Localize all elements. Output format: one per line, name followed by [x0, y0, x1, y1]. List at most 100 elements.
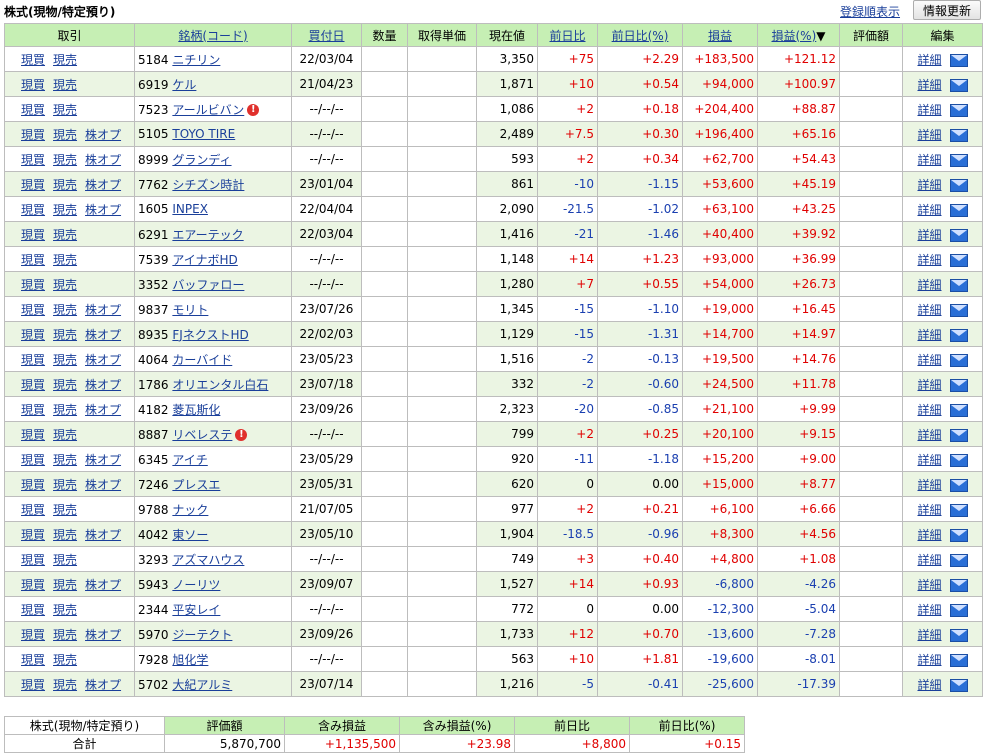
col-pl[interactable]: 損益: [682, 23, 758, 47]
buy-link[interactable]: 現買: [21, 478, 45, 492]
sell-link[interactable]: 現売: [53, 603, 77, 617]
detail-link[interactable]: 詳細: [917, 528, 941, 542]
sort-pl-link[interactable]: 損益: [708, 29, 732, 43]
stock-name-link[interactable]: アズマハウス: [172, 553, 244, 567]
mail-icon[interactable]: [949, 228, 968, 242]
mail-icon[interactable]: [949, 303, 968, 317]
option-link[interactable]: 株オプ: [85, 153, 121, 167]
sort-change-link[interactable]: 前日比: [549, 29, 585, 43]
mail-icon[interactable]: [949, 153, 968, 167]
buy-link[interactable]: 現買: [21, 303, 45, 317]
buy-link[interactable]: 現買: [21, 203, 45, 217]
mail-icon[interactable]: [949, 203, 968, 217]
stock-name-link[interactable]: バッファロー: [172, 278, 244, 292]
option-link[interactable]: 株オプ: [85, 403, 121, 417]
detail-link[interactable]: 詳細: [917, 203, 941, 217]
sell-link[interactable]: 現売: [53, 328, 77, 342]
mail-icon[interactable]: [949, 578, 968, 592]
buy-link[interactable]: 現買: [21, 503, 45, 517]
stock-name-link[interactable]: ナック: [172, 503, 208, 517]
detail-link[interactable]: 詳細: [917, 53, 941, 67]
option-link[interactable]: 株オプ: [85, 128, 121, 142]
mail-icon[interactable]: [949, 553, 968, 567]
col-name[interactable]: 銘柄(コード): [134, 23, 292, 47]
sell-link[interactable]: 現売: [53, 678, 77, 692]
buy-link[interactable]: 現買: [21, 403, 45, 417]
mail-icon[interactable]: [949, 103, 968, 117]
registration-order-link[interactable]: 登録順表示: [840, 3, 900, 20]
detail-link[interactable]: 詳細: [917, 278, 941, 292]
sell-link[interactable]: 現売: [53, 303, 77, 317]
detail-link[interactable]: 詳細: [917, 653, 941, 667]
buy-link[interactable]: 現買: [21, 528, 45, 542]
stock-name-link[interactable]: シチズン時計: [172, 178, 244, 192]
sort-pl-pct-link[interactable]: 損益(%): [771, 29, 816, 43]
option-link[interactable]: 株オプ: [85, 328, 121, 342]
sell-link[interactable]: 現売: [53, 178, 77, 192]
sell-link[interactable]: 現売: [53, 153, 77, 167]
col-change[interactable]: 前日比: [537, 23, 598, 47]
option-link[interactable]: 株オプ: [85, 378, 121, 392]
refresh-button[interactable]: 情報更新: [913, 0, 981, 20]
stock-name-link[interactable]: モリト: [172, 303, 208, 317]
stock-name-link[interactable]: 東ソー: [172, 528, 208, 542]
buy-link[interactable]: 現買: [21, 628, 45, 642]
detail-link[interactable]: 詳細: [917, 503, 941, 517]
buy-link[interactable]: 現買: [21, 53, 45, 67]
detail-link[interactable]: 詳細: [917, 103, 941, 117]
mail-icon[interactable]: [949, 678, 968, 692]
buy-link[interactable]: 現買: [21, 428, 45, 442]
sort-bought-link[interactable]: 買付日: [308, 29, 344, 43]
stock-name-link[interactable]: ジーテクト: [172, 628, 232, 642]
option-link[interactable]: 株オプ: [85, 178, 121, 192]
sell-link[interactable]: 現売: [53, 228, 77, 242]
sell-link[interactable]: 現売: [53, 553, 77, 567]
sell-link[interactable]: 現売: [53, 353, 77, 367]
mail-icon[interactable]: [949, 253, 968, 267]
mail-icon[interactable]: [949, 128, 968, 142]
stock-name-link[interactable]: リベレステ: [172, 428, 232, 442]
sell-link[interactable]: 現売: [53, 103, 77, 117]
detail-link[interactable]: 詳細: [917, 678, 941, 692]
buy-link[interactable]: 現買: [21, 353, 45, 367]
buy-link[interactable]: 現買: [21, 603, 45, 617]
buy-link[interactable]: 現買: [21, 153, 45, 167]
detail-link[interactable]: 詳細: [917, 128, 941, 142]
mail-icon[interactable]: [949, 453, 968, 467]
sell-link[interactable]: 現売: [53, 428, 77, 442]
buy-link[interactable]: 現買: [21, 553, 45, 567]
detail-link[interactable]: 詳細: [917, 628, 941, 642]
detail-link[interactable]: 詳細: [917, 178, 941, 192]
buy-link[interactable]: 現買: [21, 78, 45, 92]
detail-link[interactable]: 詳細: [917, 353, 941, 367]
sell-link[interactable]: 現売: [53, 203, 77, 217]
buy-link[interactable]: 現買: [21, 328, 45, 342]
stock-name-link[interactable]: カーバイド: [172, 353, 232, 367]
option-link[interactable]: 株オプ: [85, 628, 121, 642]
sell-link[interactable]: 現売: [53, 478, 77, 492]
stock-name-link[interactable]: 大紀アルミ: [172, 678, 232, 692]
detail-link[interactable]: 詳細: [917, 378, 941, 392]
sell-link[interactable]: 現売: [53, 453, 77, 467]
buy-link[interactable]: 現買: [21, 578, 45, 592]
mail-icon[interactable]: [949, 403, 968, 417]
mail-icon[interactable]: [949, 53, 968, 67]
sell-link[interactable]: 現売: [53, 128, 77, 142]
buy-link[interactable]: 現買: [21, 453, 45, 467]
detail-link[interactable]: 詳細: [917, 403, 941, 417]
sell-link[interactable]: 現売: [53, 653, 77, 667]
mail-icon[interactable]: [949, 428, 968, 442]
detail-link[interactable]: 詳細: [917, 78, 941, 92]
buy-link[interactable]: 現買: [21, 253, 45, 267]
stock-name-link[interactable]: グランディ: [172, 153, 231, 167]
sell-link[interactable]: 現売: [53, 378, 77, 392]
stock-name-link[interactable]: FJネクストHD: [172, 328, 248, 342]
sell-link[interactable]: 現売: [53, 53, 77, 67]
mail-icon[interactable]: [949, 378, 968, 392]
detail-link[interactable]: 詳細: [917, 603, 941, 617]
detail-link[interactable]: 詳細: [917, 453, 941, 467]
stock-name-link[interactable]: 旭化学: [172, 653, 208, 667]
stock-name-link[interactable]: オリエンタル白石: [172, 378, 268, 392]
detail-link[interactable]: 詳細: [917, 153, 941, 167]
option-link[interactable]: 株オプ: [85, 528, 121, 542]
